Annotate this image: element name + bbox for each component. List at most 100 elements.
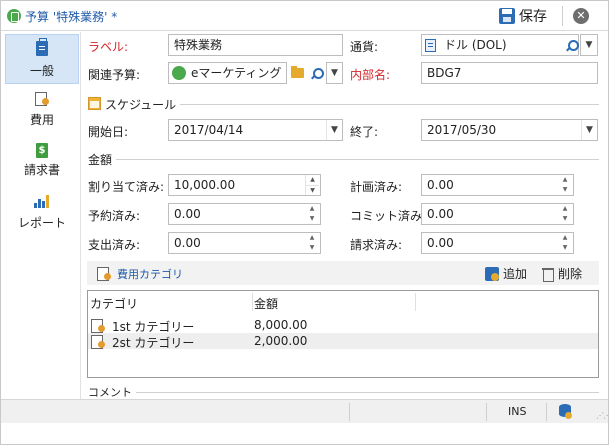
sidebar-item-costs[interactable]: 費用 [5, 87, 79, 127]
allocated-caption: 割り当て済み: [88, 180, 165, 194]
column-header-amount[interactable]: 金額 [254, 295, 278, 312]
title-bar: 予算 '特殊業務' * 保存 ✕ [1, 1, 608, 31]
invoiced-caption: 請求済み: [350, 238, 403, 252]
clipboard-icon [36, 38, 48, 56]
floppy-disk-icon [499, 8, 515, 24]
allocated-stepper[interactable]: ▲ ▼ [305, 175, 319, 195]
invoiced-field: 0.00 ▲ ▼ [421, 232, 574, 254]
save-label: 保存 [519, 9, 547, 25]
chevron-down-icon: ▼ [331, 68, 338, 78]
chevron-down-icon[interactable]: ▼ [326, 120, 342, 140]
row-category: 2st カテゴリー [112, 336, 195, 350]
status-divider [349, 403, 350, 421]
toolbar-divider [562, 6, 563, 26]
related-budget-field[interactable]: eマーケティング [168, 62, 287, 84]
amounts-title: 金額 [88, 151, 117, 168]
label-value: 特殊業務 [174, 38, 223, 52]
internal-name-value: BDG7 [427, 66, 462, 80]
sidebar-item-label: 費用 [29, 113, 54, 127]
committed-field: 0.00 ▲ ▼ [421, 203, 574, 225]
column-header-category[interactable]: カテゴリ [90, 295, 138, 312]
close-icon[interactable]: ✕ [573, 8, 589, 24]
cost-category-icon [91, 334, 105, 349]
planned-value: 0.00 [427, 178, 454, 192]
related-budget-caption: 関連予算: [88, 68, 141, 82]
invoiced-stepper: ▲ ▼ [562, 234, 568, 251]
label-caption: ラベル: [88, 40, 129, 54]
allocated-value: 10,000.00 [174, 178, 236, 192]
currency-field[interactable]: ドル (DOL) [421, 34, 579, 56]
row-amount: 2,000.00 [254, 334, 308, 348]
database-icon[interactable] [559, 404, 572, 419]
sidebar-item-general[interactable]: 一般 [5, 34, 79, 84]
schedule-title: スケジュール [105, 96, 181, 113]
add-button[interactable]: 追加 [485, 265, 527, 282]
delete-button[interactable]: 削除 [542, 265, 582, 282]
sidebar-item-label: レポート [17, 216, 66, 230]
paid-stepper: ▲ ▼ [309, 234, 315, 251]
invoice-icon: $ [36, 143, 48, 158]
sidebar-item-invoices[interactable]: $ 請求書 [5, 138, 79, 178]
status-bar: INS ⋰⋰ [1, 399, 609, 423]
status-divider [486, 403, 487, 421]
end-date-value: 2017/05/30 [427, 123, 497, 137]
label-field[interactable]: 特殊業務 [168, 34, 343, 56]
committed-caption: コミット済み: [350, 209, 427, 223]
folder-icon[interactable] [288, 64, 306, 82]
report-icon [34, 194, 50, 208]
calendar-icon [88, 97, 101, 110]
currency-dropdown[interactable]: ▼ [580, 34, 598, 56]
allocated-field[interactable]: 10,000.00 ▲ ▼ [168, 174, 321, 196]
chevron-down-icon: ▼ [585, 40, 593, 50]
cost-icon [35, 91, 49, 106]
planned-stepper: ▲ ▼ [562, 176, 568, 193]
chevron-down-icon[interactable]: ▼ [581, 120, 597, 140]
add-icon [485, 266, 499, 281]
cost-category-toolbar: 費用カテゴリ 追加 削除 [87, 261, 599, 285]
related-budget-dropdown[interactable]: ▼ [326, 62, 343, 84]
sidebar-item-reports[interactable]: レポート [5, 190, 79, 230]
resize-grip-icon[interactable]: ⋰⋰ [596, 411, 609, 420]
currency-caption: 通貨: [350, 40, 379, 54]
delete-label: 削除 [558, 267, 583, 281]
save-button[interactable]: 保存 [499, 5, 547, 27]
cost-category-icon [97, 266, 111, 281]
sidebar-item-label: 一般 [29, 64, 54, 78]
table-row[interactable]: 2st カテゴリー 2,000.00 [88, 333, 598, 350]
internal-name-caption: 内部名: [350, 68, 391, 82]
column-divider [252, 293, 253, 311]
status-divider [546, 403, 547, 421]
currency-value: ドル (DOL) [444, 38, 507, 52]
sidebar: 一般 費用 $ 請求書 レポート [1, 32, 81, 399]
trash-icon [542, 267, 554, 282]
window-title: 予算 '特殊業務' * [25, 10, 118, 24]
table-row[interactable]: 1st カテゴリー 8,000.00 [88, 317, 598, 334]
reserved-stepper: ▲ ▼ [309, 205, 315, 222]
related-search-icon[interactable] [307, 64, 325, 82]
amounts-divider [88, 159, 599, 160]
paid-field: 0.00 ▲ ▼ [168, 232, 321, 254]
end-date-field[interactable]: 2017/05/30 ▼ [421, 119, 598, 141]
start-date-caption: 開始日: [88, 125, 129, 139]
currency-icon [425, 39, 436, 52]
reserved-caption: 予約済み: [88, 209, 141, 223]
comment-divider [88, 392, 599, 393]
budget-window: 予算 '特殊業務' * 保存 ✕ 一般 費用 $ 請求書 レポート ラベル: 特… [0, 0, 609, 445]
insert-mode-indicator: INS [508, 405, 527, 418]
budget-icon [172, 66, 186, 80]
currency-search-icon[interactable] [562, 36, 580, 54]
cost-category-table: カテゴリ 金額 1st カテゴリー 8,000.00 2st カテゴリー 2,0… [87, 290, 599, 378]
budget-icon [7, 9, 21, 23]
paid-value: 0.00 [174, 236, 201, 250]
internal-name-field[interactable]: BDG7 [421, 62, 598, 84]
row-amount: 8,000.00 [254, 318, 308, 332]
cost-category-icon [91, 318, 105, 333]
start-date-value: 2017/04/14 [174, 123, 244, 137]
invoiced-value: 0.00 [427, 236, 454, 250]
committed-stepper: ▲ ▼ [562, 205, 568, 222]
start-date-field[interactable]: 2017/04/14 ▼ [168, 119, 343, 141]
column-divider [415, 293, 416, 311]
cost-category-link[interactable]: 費用カテゴリ [117, 266, 183, 282]
add-label: 追加 [503, 267, 528, 281]
sidebar-item-label: 請求書 [23, 163, 60, 177]
